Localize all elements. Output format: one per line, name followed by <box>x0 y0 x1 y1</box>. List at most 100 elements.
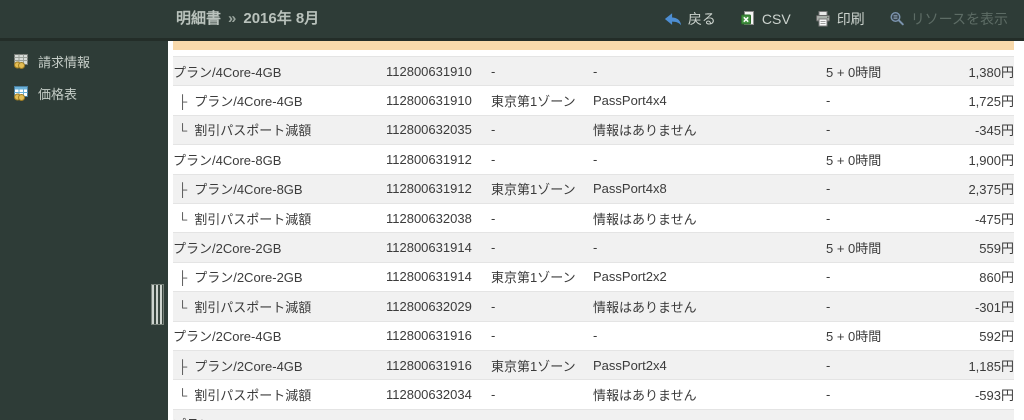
hours-cell: - <box>826 291 927 322</box>
item-name-cell: ├ プラン/4Core-8GB <box>173 173 386 204</box>
table-row: └ 割引パスポート減額 112800632038 - 情報はありません - -47… <box>173 202 1014 233</box>
item-id-cell: 112800631914 <box>386 261 491 292</box>
item-name-cell: ├ プラン/2Core-2GB <box>173 261 386 292</box>
price-cell: 2,375円 <box>927 173 1014 204</box>
item-id-cell: 112800632034 <box>386 379 491 410</box>
item-name-cell: └ 割引パスポート減額 <box>173 114 386 145</box>
price-cell: -593円 <box>927 379 1014 410</box>
item-name: プラン/4Core-8GB <box>173 152 282 168</box>
price-cell: 592円 <box>927 320 1014 351</box>
tree-branch-glyph: ├ <box>178 358 188 374</box>
back-arrow-icon <box>664 12 682 27</box>
hours-cell: 5 + 0時間 <box>826 55 927 86</box>
zone-cell: - <box>491 320 593 351</box>
item-id-cell: 112800631912 <box>386 173 491 204</box>
item-name: プラン/4Core-4GB <box>173 64 282 80</box>
item-id-cell: 112800632029 <box>386 291 491 322</box>
billing-detail-table: プラン/4Core-4GB 112800631910 - - 5 + 0時間 1… <box>173 55 1014 420</box>
table-row: └ 割引パスポート減額 112800632029 - 情報はありません - -30… <box>173 291 1014 322</box>
table-row: プラン/2Core-4GB 112800631916 - - 5 + 0時間 5… <box>173 320 1014 351</box>
zone-cell: - <box>491 114 593 145</box>
top-header: 明細書» 2016年 8月 戻る CSV 印刷 リソースを表示 <box>0 0 1024 41</box>
breadcrumb-section-link[interactable]: 明細書 <box>176 10 221 27</box>
csv-button-label: CSV <box>761 11 791 27</box>
item-name: プラン/2Core-2GB <box>173 241 282 257</box>
item-name: 割引パスポート減額 <box>194 299 312 315</box>
price-cell: 860円 <box>927 261 1014 292</box>
hours-cell: - <box>826 173 927 204</box>
item-id-cell: 112800631910 <box>386 85 491 116</box>
table-row: プラン/4Core-4GB 112800631910 - - 5 + 0時間 1… <box>173 55 1014 86</box>
option-cell: PassPort2x2 <box>593 261 826 292</box>
panel-resize-grip[interactable] <box>151 284 164 325</box>
back-button-label: 戻る <box>687 11 716 27</box>
print-button[interactable]: 印刷 <box>815 9 865 29</box>
zone-cell: 東京第1ゾーン <box>491 85 593 116</box>
table-row: ├ プラン/2Core-2GB 112800631914 東京第1ゾーン Pass… <box>173 261 1014 292</box>
item-id-cell: 112800632038 <box>386 202 491 233</box>
billing-info-icon <box>12 53 30 69</box>
item-name: プラン/4Core-4GB <box>194 94 303 110</box>
tree-branch-glyph: └ <box>178 299 188 315</box>
csv-file-icon <box>740 11 756 27</box>
price-cell: 559円 <box>927 232 1014 263</box>
tree-branch-glyph: └ <box>178 211 188 227</box>
tree-branch-glyph: └ <box>178 123 188 139</box>
table-row: プラン <box>173 408 1014 420</box>
item-name: プラン/2Core-4GB <box>194 358 303 374</box>
price-cell: 1,380円 <box>927 55 1014 86</box>
item-id-cell: 112800631916 <box>386 320 491 351</box>
tree-branch-glyph: └ <box>178 387 188 403</box>
sidebar-nav: 請求情報 価格表 <box>0 45 168 109</box>
item-name-cell: プラン/4Core-8GB <box>173 144 386 175</box>
printer-icon <box>815 11 831 27</box>
price-cell: 1,185円 <box>927 349 1014 380</box>
option-cell: 情報はありません <box>593 202 826 233</box>
zone-cell: - <box>491 232 593 263</box>
item-name-cell: プラン/2Core-4GB <box>173 320 386 351</box>
back-button[interactable]: 戻る <box>664 9 716 29</box>
item-name-cell: プラン/4Core-4GB <box>173 55 386 86</box>
sidebar-item-price-table[interactable]: 価格表 <box>0 77 168 109</box>
zone-cell <box>491 408 593 420</box>
tree-branch-glyph: ├ <box>178 182 188 198</box>
zone-cell: - <box>491 144 593 175</box>
hours-cell: - <box>826 261 927 292</box>
breadcrumb: 明細書 » 2016年 8月 <box>176 0 319 38</box>
zone-cell: - <box>491 379 593 410</box>
breadcrumb-current-month: 2016年 8月 <box>243 10 320 27</box>
price-cell <box>927 408 1014 420</box>
tree-branch-glyph: ├ <box>178 270 188 286</box>
table-row: ├ プラン/2Core-4GB 112800631916 東京第1ゾーン Pass… <box>173 349 1014 380</box>
price-cell: -345円 <box>927 114 1014 145</box>
item-name: 割引パスポート減額 <box>194 123 312 139</box>
hours-cell: 5 + 0時間 <box>826 232 927 263</box>
header-action-bar: 戻る CSV 印刷 リソースを表示 <box>664 0 1008 38</box>
sidebar-item-label: 価格表 <box>38 86 78 102</box>
table-row: └ 割引パスポート減額 112800632035 - 情報はありません - -34… <box>173 114 1014 145</box>
option-cell: 情報はありません <box>593 291 826 322</box>
hours-cell: - <box>826 379 927 410</box>
item-name-cell: └ 割引パスポート減額 <box>173 202 386 233</box>
item-name-cell: └ 割引パスポート減額 <box>173 379 386 410</box>
zone-cell: - <box>491 202 593 233</box>
zone-cell: 東京第1ゾーン <box>491 349 593 380</box>
table-row: プラン/2Core-2GB 112800631914 - - 5 + 0時間 5… <box>173 232 1014 263</box>
item-name: プラン/2Core-4GB <box>173 329 282 345</box>
summary-row-fragment <box>173 41 1014 50</box>
hours-cell: 5 + 0時間 <box>826 320 927 351</box>
option-cell: 情報はありません <box>593 379 826 410</box>
show-resources-button[interactable]: リソースを表示 <box>889 9 1008 29</box>
option-cell: PassPort2x4 <box>593 349 826 380</box>
zone-cell: 東京第1ゾーン <box>491 173 593 204</box>
sidebar-item-billing-info[interactable]: 請求情報 <box>0 45 168 77</box>
item-name-cell: プラン <box>173 408 386 420</box>
option-cell: PassPort4x8 <box>593 173 826 204</box>
price-cell: -475円 <box>927 202 1014 233</box>
content-area: プラン/4Core-4GB 112800631910 - - 5 + 0時間 1… <box>168 41 1024 420</box>
price-table-icon <box>12 85 30 101</box>
csv-export-button[interactable]: CSV <box>740 11 791 27</box>
option-cell <box>593 408 826 420</box>
print-button-label: 印刷 <box>836 11 865 27</box>
sidebar-item-label: 請求情報 <box>38 54 91 70</box>
